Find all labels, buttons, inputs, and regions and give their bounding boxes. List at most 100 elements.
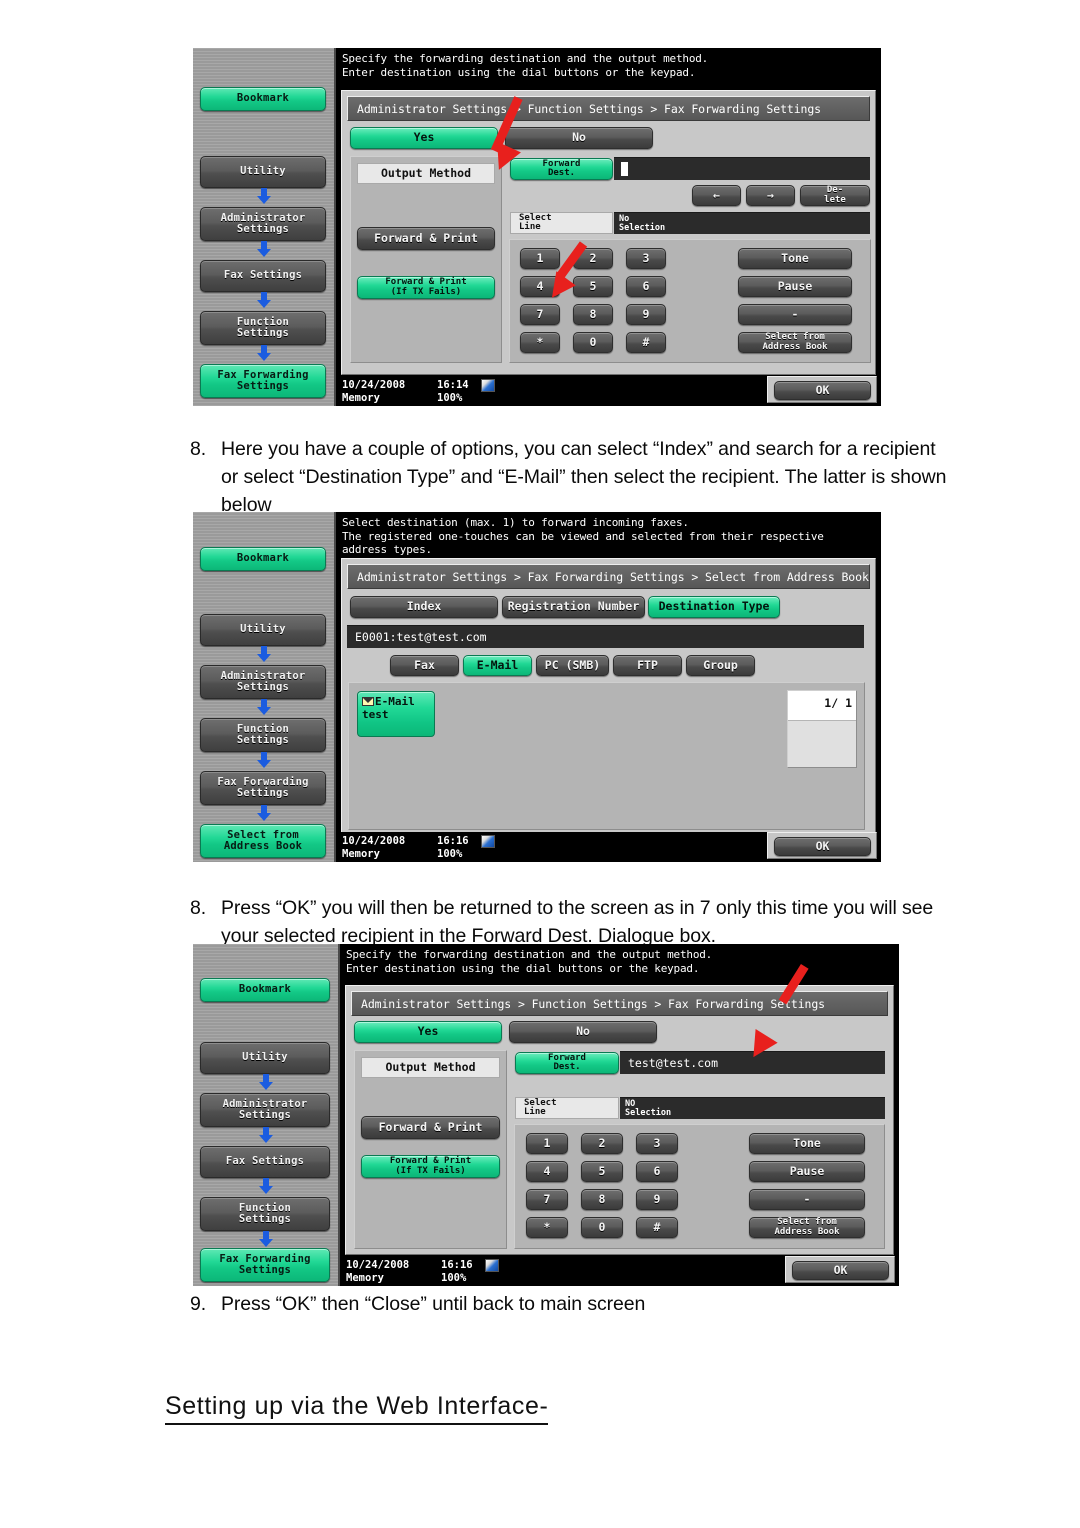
tab-registration-number[interactable]: Registration Number <box>502 596 645 618</box>
sidebar-item-administrator-settings[interactable]: Administrator Settings <box>200 207 326 241</box>
type-filter-ftp[interactable]: FTP <box>613 655 682 676</box>
step-text: Here you have a couple of options, you c… <box>221 438 947 516</box>
output-method-label: Output Method <box>361 1057 500 1078</box>
keypad-key-0[interactable]: 0 <box>573 332 613 353</box>
annotation-arrow-to-forward-dest-value <box>733 963 813 1074</box>
sidebar-item-fax-forwarding-settings[interactable]: Fax Forwarding Settings <box>200 1248 330 1282</box>
select-line-label: Select Line <box>510 212 613 234</box>
sidebar-item-fax-settings[interactable]: Fax Settings <box>200 260 326 292</box>
sidebar-item-administrator-settings[interactable]: Administrator Settings <box>200 1093 330 1127</box>
status-memory-label: Memory <box>342 848 380 860</box>
sidebar-item-utility[interactable]: Utility <box>200 156 326 188</box>
keypad-key-4[interactable]: 4 <box>526 1161 568 1182</box>
yes-button[interactable]: Yes <box>350 127 498 149</box>
status-time: 16:16 <box>441 1259 473 1271</box>
yes-button[interactable]: Yes <box>354 1021 502 1043</box>
instruction-step-8b: 8. Press “OK” you will then be returned … <box>190 894 950 950</box>
panel1-message: Specify the forwarding destination and t… <box>342 52 709 79</box>
keypad-key-0[interactable]: 0 <box>581 1217 623 1238</box>
keypad-key-6[interactable]: 6 <box>626 276 666 297</box>
ok-button[interactable]: OK <box>792 1261 889 1280</box>
keypad-key-9[interactable]: 9 <box>636 1189 678 1210</box>
forward-and-print-if-tx-fails-button[interactable]: Forward & Print (If TX Fails) <box>357 276 495 299</box>
keypad-key-asterisk[interactable]: * <box>526 1217 568 1238</box>
type-filter-pc-smb[interactable]: PC (SMB) <box>536 655 609 676</box>
select-from-address-book-button[interactable]: Select from Address Book <box>749 1217 865 1238</box>
tone-button[interactable]: Tone <box>749 1133 865 1154</box>
keypad-key-asterisk[interactable]: * <box>520 332 560 353</box>
pause-button[interactable]: Pause <box>749 1161 865 1182</box>
keypad-key-8[interactable]: 8 <box>581 1189 623 1210</box>
type-filter-group[interactable]: Group <box>686 655 755 676</box>
select-line-value: NO Selection <box>620 1097 885 1119</box>
keypad-key-7[interactable]: 7 <box>526 1189 568 1210</box>
sidebar-item-fax-forwarding-settings[interactable]: Fax Forwarding Settings <box>200 364 326 398</box>
select-line-value: No Selection <box>614 212 870 234</box>
sidebar-item-fax-forwarding-settings[interactable]: Fax Forwarding Settings <box>200 771 326 805</box>
keypad-key-2[interactable]: 2 <box>581 1133 623 1154</box>
type-filter-email[interactable]: E-Mail <box>463 655 532 676</box>
forward-and-print-button[interactable]: Forward & Print <box>357 227 495 250</box>
panel1-screen: Specify the forwarding destination and t… <box>336 48 881 406</box>
tile-type: E-Mail <box>375 695 415 708</box>
status-date: 10/24/2008 <box>342 835 406 847</box>
dash-button[interactable]: - <box>738 304 852 325</box>
forward-and-print-if-tx-fails-button[interactable]: Forward & Print (If TX Fails) <box>361 1155 500 1178</box>
tile-name: test <box>362 708 389 721</box>
panel1-body: Administrator Settings > Function Settin… <box>341 90 876 375</box>
forward-dest-field[interactable] <box>614 157 870 180</box>
panel1-breadcrumb: Administrator Settings > Function Settin… <box>347 96 870 121</box>
panel3-message: Specify the forwarding destination and t… <box>346 948 713 975</box>
instruction-step-8a: 8. Here you have a couple of options, yo… <box>190 435 950 519</box>
sidebar-item-function-settings[interactable]: Function Settings <box>200 718 326 752</box>
select-from-address-book-button[interactable]: Select from Address Book <box>738 332 852 353</box>
output-method-label: Output Method <box>357 163 495 184</box>
status-time: 16:16 <box>437 835 469 847</box>
sidebar-item-function-settings[interactable]: Function Settings <box>200 1197 330 1231</box>
envelope-icon <box>362 697 374 706</box>
select-line-label: Select Line <box>515 1097 619 1119</box>
text-caret <box>621 162 628 176</box>
sidebar-item-fax-settings[interactable]: Fax Settings <box>200 1146 330 1178</box>
network-icon <box>481 379 495 392</box>
cursor-left-button[interactable]: ← <box>692 185 741 206</box>
panel1-ok-wrap: OK <box>767 376 877 403</box>
keypad-key-9[interactable]: 9 <box>626 304 666 325</box>
annotation-arrow-to-yes <box>483 96 553 193</box>
no-button[interactable]: No <box>509 1021 657 1043</box>
sidebar-item-bookmark[interactable]: Bookmark <box>200 978 330 1002</box>
keypad-key-hash[interactable]: # <box>626 332 666 353</box>
forward-and-print-button[interactable]: Forward & Print <box>361 1116 500 1139</box>
sidebar-item-bookmark[interactable]: Bookmark <box>200 87 326 111</box>
page-indicator-box: 1/ 1 <box>787 690 857 768</box>
tab-index[interactable]: Index <box>350 596 498 618</box>
ok-button[interactable]: OK <box>774 837 871 856</box>
panel3-screen: Specify the forwarding destination and t… <box>340 944 899 1286</box>
sidebar-item-function-settings[interactable]: Function Settings <box>200 311 326 345</box>
pause-button[interactable]: Pause <box>738 276 852 297</box>
sidebar-item-utility[interactable]: Utility <box>200 1042 330 1074</box>
ok-button[interactable]: OK <box>774 381 871 400</box>
keypad-key-5[interactable]: 5 <box>581 1161 623 1182</box>
forward-dest-button[interactable]: Forward Dest. <box>515 1052 619 1074</box>
destination-tile-email-test[interactable]: E-Mail test <box>357 691 435 737</box>
keypad-key-1[interactable]: 1 <box>526 1133 568 1154</box>
type-filter-fax[interactable]: Fax <box>390 655 459 676</box>
keypad-key-hash[interactable]: # <box>636 1217 678 1238</box>
keypad-subpanel: 1 2 3 4 5 6 7 8 9 * 0 # Tone Pause - Sel… <box>514 1124 885 1249</box>
keypad-key-3[interactable]: 3 <box>636 1133 678 1154</box>
status-memory-value: 100% <box>437 848 463 860</box>
tone-button[interactable]: Tone <box>738 248 852 269</box>
dash-button[interactable]: - <box>749 1189 865 1210</box>
sidebar-item-utility[interactable]: Utility <box>200 614 326 646</box>
cursor-right-button[interactable]: → <box>746 185 795 206</box>
step-text: Press “OK” then “Close” until back to ma… <box>221 1293 646 1315</box>
sidebar-item-administrator-settings[interactable]: Administrator Settings <box>200 665 326 699</box>
tab-destination-type[interactable]: Destination Type <box>648 596 780 618</box>
keypad-key-6[interactable]: 6 <box>636 1161 678 1182</box>
network-icon <box>485 1259 499 1272</box>
keypad-key-3[interactable]: 3 <box>626 248 666 269</box>
sidebar-item-select-from-address-book[interactable]: Select from Address Book <box>200 824 326 858</box>
delete-button[interactable]: De- lete <box>800 185 870 206</box>
sidebar-item-bookmark[interactable]: Bookmark <box>200 547 326 571</box>
